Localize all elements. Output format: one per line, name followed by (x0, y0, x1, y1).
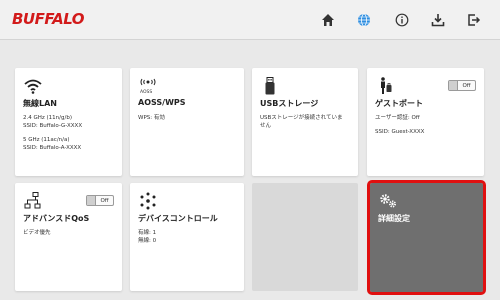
tile-title: USBストレージ (260, 99, 319, 108)
buffalo-logo: BUFFALO (12, 10, 85, 28)
band-24-label: 2.4 GHz (11n/g/b) (23, 115, 72, 121)
device-dots-icon (138, 191, 158, 211)
tile-title: ゲストポート (375, 99, 423, 108)
tile-title: AOSS/WPS (138, 98, 186, 107)
top-bar: BUFFALO (0, 0, 500, 40)
tile-info: ビデオ優先 (23, 229, 116, 237)
tile-title: 無線LAN (23, 99, 57, 108)
guest-ssid: SSID: Guest-XXXX (375, 129, 425, 135)
tile-aoss-wps[interactable]: AOSS AOSS/WPS WPS: 有効 (130, 68, 244, 176)
wifi-icon (23, 76, 43, 96)
tile-title: 詳細設定 (378, 214, 410, 223)
wireless-count: 無線: 0 (138, 238, 157, 244)
qos-network-icon (23, 191, 43, 211)
gears-icon (378, 191, 398, 211)
toggle-label: Off (100, 197, 109, 204)
tile-title: デバイスコントロール (138, 214, 218, 223)
tile-info: WPS: 有効 (138, 114, 238, 122)
tile-advanced-qos[interactable]: Off アドバンスドQoS ビデオ優先 (15, 183, 122, 291)
tile-info: 有線: 1 無線: 0 (138, 229, 238, 245)
tile-device-control[interactable]: デバイスコントロール 有線: 1 無線: 0 (130, 183, 244, 291)
globe-icon[interactable] (354, 10, 374, 30)
qos-mode: ビデオ優先 (23, 230, 51, 236)
wired-count: 有線: 1 (138, 230, 157, 236)
qos-toggle[interactable]: Off (86, 195, 114, 206)
tile-info: ユーザー認証: Off SSID: Guest-XXXX (375, 114, 478, 136)
usb-status-line1: USBストレージが接続されていま (260, 115, 343, 121)
guest-luggage-icon (375, 76, 395, 96)
usb-drive-icon (260, 76, 280, 96)
tile-wireless-lan[interactable]: 無線LAN 2.4 GHz (11n/g/b) SSID: Buffalo-G-… (15, 68, 122, 176)
user-auth-status: ユーザー認証: Off (375, 115, 420, 121)
band-5-label: 5 GHz (11ac/n/a) (23, 137, 70, 143)
tile-guest-port[interactable]: Off ゲストポート ユーザー認証: Off SSID: Guest-XXXX (367, 68, 484, 176)
tile-info: USBストレージが接続されていま せん (260, 114, 352, 130)
tile-usb-storage[interactable]: USBストレージ USBストレージが接続されていま せん (252, 68, 358, 176)
download-icon[interactable] (428, 10, 448, 30)
toggle-knob (87, 196, 96, 205)
tile-advanced-settings[interactable]: 詳細設定 (367, 180, 486, 295)
guest-port-toggle[interactable]: Off (448, 80, 476, 91)
tile-empty-slot (252, 183, 358, 291)
ssid-5-label: SSID: Buffalo-A-XXXX (23, 145, 82, 151)
info-icon[interactable] (392, 10, 412, 30)
home-icon[interactable] (318, 10, 338, 30)
aoss-caption: AOSS (140, 90, 153, 95)
tile-info: 2.4 GHz (11n/g/b) SSID: Buffalo-G-XXXX 5… (23, 114, 116, 152)
usb-status-line2: せん (260, 123, 272, 129)
tile-title: アドバンスドQoS (23, 214, 90, 223)
toggle-label: Off (462, 82, 471, 89)
wps-status: WPS: 有効 (138, 115, 165, 121)
logout-icon[interactable] (464, 10, 484, 30)
toggle-knob (449, 81, 458, 90)
ssid-24-label: SSID: Buffalo-G-XXXX (23, 123, 83, 129)
